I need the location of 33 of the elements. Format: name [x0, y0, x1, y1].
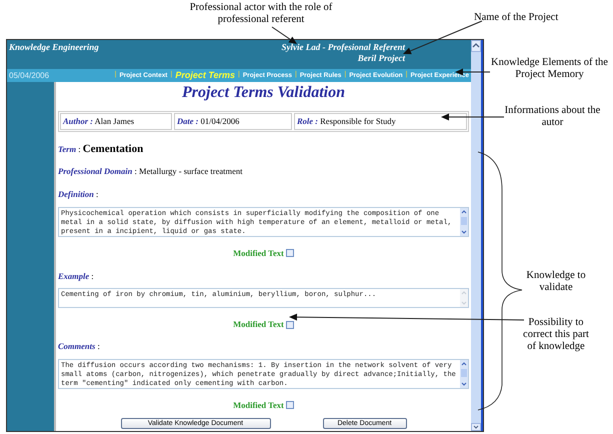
- annotation-text: Possibility to correct this part of knowledge: [522, 317, 590, 353]
- domain-line: Professional Domain : Metallurgy - surface treatment: [58, 165, 244, 178]
- date-text: 05/04/2006: [9, 70, 50, 82]
- checkbox-label: Modified Text: [233, 246, 284, 260]
- annotation-text: Professional actor with the role of professional referent: [188, 2, 334, 26]
- scroll-up-icon[interactable]: [471, 40, 481, 52]
- checkbox-label: Modified Text: [233, 318, 284, 331]
- section-label: Comments :: [58, 340, 101, 353]
- project-name: Beril Project: [358, 53, 405, 64]
- scrollbar-icon[interactable]: [460, 208, 468, 236]
- checkbox[interactable]: [286, 320, 294, 329]
- checkbox-label: Modified Text: [233, 398, 284, 412]
- scrollbar-icon[interactable]: [460, 360, 468, 388]
- term-line: Term : Cementation: [58, 142, 144, 157]
- annotation-text: Informations about the autor: [504, 105, 602, 129]
- page-title: Project Terms Validation: [181, 83, 346, 103]
- annotation-text: Knowledge Elements of the Project Memory: [490, 57, 609, 81]
- scrollbar-icon[interactable]: [460, 289, 468, 308]
- arrow: [272, 26, 297, 44]
- info-cell: Date : 01/04/2006: [174, 113, 292, 130]
- section-label: Example :: [58, 270, 95, 282]
- user-name: Sylvie Lad - Profesional Referent: [282, 42, 405, 53]
- info-cell: Author : Alan James: [60, 113, 172, 130]
- annotation-text: Knowledge to validate: [525, 270, 587, 294]
- arrow: [441, 114, 504, 120]
- app-title: Knowledge Engineering: [9, 42, 99, 54]
- section-label: Definition :: [58, 188, 100, 201]
- checkbox[interactable]: [286, 401, 294, 410]
- nav-link[interactable]: Project Terms: [175, 68, 236, 82]
- annotation-text: Name of the Project: [474, 12, 560, 24]
- info-cell: Role : Responsible for Study: [294, 113, 467, 130]
- checkbox[interactable]: [286, 249, 294, 258]
- scroll-down-icon[interactable]: [471, 423, 481, 431]
